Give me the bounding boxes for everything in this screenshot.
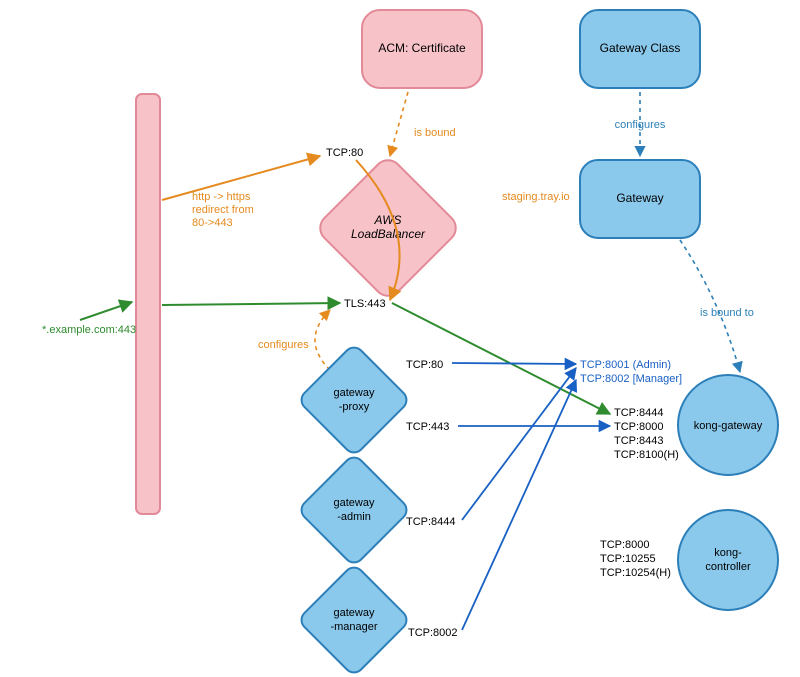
label-configures-gw: configures [615, 119, 666, 131]
label-http-redirect: http -> https redirect from 80->443 [192, 191, 257, 229]
ingress-arrow [80, 302, 132, 320]
svg-text:gateway: gateway [334, 387, 375, 399]
label-is-bound-to: is bound to [700, 307, 754, 319]
kg-port-8444: TCP:8444 [614, 407, 664, 419]
admin-port-tcp8444: TCP:8444 [406, 516, 456, 528]
kg-port-8000: TCP:8000 [614, 421, 664, 433]
svg-text:gateway: gateway [334, 497, 375, 509]
svg-text:Gateway Class: Gateway Class [600, 41, 681, 55]
svg-text:-admin: -admin [337, 511, 371, 523]
svg-text:Gateway: Gateway [616, 191, 663, 205]
gateway-proxy-node: gateway -proxy [297, 343, 410, 456]
kc-port-8000: TCP:8000 [600, 539, 650, 551]
kong-gateway-node: kong-gateway [678, 375, 778, 475]
svg-text:-proxy: -proxy [339, 401, 370, 413]
gateway-manager-node: gateway -manager [297, 563, 410, 676]
svg-text:-manager: -manager [330, 621, 377, 633]
kg-port-8001: TCP:8001 (Admin) [580, 359, 671, 371]
svg-text:controller: controller [705, 561, 751, 573]
edge-bar-to-tls443 [162, 303, 340, 305]
svg-text:kong-gateway: kong-gateway [694, 420, 763, 432]
edge-is-bound-cert [390, 92, 408, 156]
gateway-class-node: Gateway Class [580, 10, 700, 88]
edge-gateway-bound-to-kg [680, 240, 740, 372]
svg-text:kong-: kong- [714, 547, 742, 559]
kc-port-10254: TCP:10254(H) [600, 567, 671, 579]
kc-port-10255: TCP:10255 [600, 553, 656, 565]
kg-port-8443: TCP:8443 [614, 435, 664, 447]
kg-port-8100: TCP:8100(H) [614, 449, 679, 461]
svg-text:LoadBalancer: LoadBalancer [351, 227, 426, 241]
lb-port-tls443: TLS:443 [344, 298, 386, 310]
proxy-port-tcp80: TCP:80 [406, 359, 443, 371]
acm-certificate-node: ACM: Certificate [362, 10, 482, 88]
edge-manager-to-8002 [462, 380, 576, 630]
gateway-node: Gateway [580, 160, 700, 238]
svg-text:gateway: gateway [334, 607, 375, 619]
staging-label: staging.tray.io [502, 191, 570, 203]
svg-text:AWS: AWS [373, 213, 401, 227]
aws-loadbalancer-node: AWS LoadBalancer [314, 154, 461, 301]
label-configures-lb: configures [258, 339, 309, 351]
ingress-label: *.example.com:443 [42, 324, 136, 336]
edge-configures-lb [315, 310, 330, 370]
kong-controller-node: kong- controller [678, 510, 778, 610]
lb-port-tcp80: TCP:80 [326, 147, 363, 159]
ingress-bar [136, 94, 160, 514]
label-is-bound: is bound [414, 127, 456, 139]
manager-port-tcp8002: TCP:8002 [408, 627, 458, 639]
proxy-port-tcp443: TCP:443 [406, 421, 449, 433]
edge-proxy80-to-8001 [452, 363, 576, 364]
kg-port-8002: TCP:8002 [Manager] [580, 373, 682, 385]
gateway-admin-node: gateway -admin [297, 453, 410, 566]
edge-admin-to-8001 [462, 368, 576, 520]
svg-text:ACM: Certificate: ACM: Certificate [378, 41, 466, 55]
